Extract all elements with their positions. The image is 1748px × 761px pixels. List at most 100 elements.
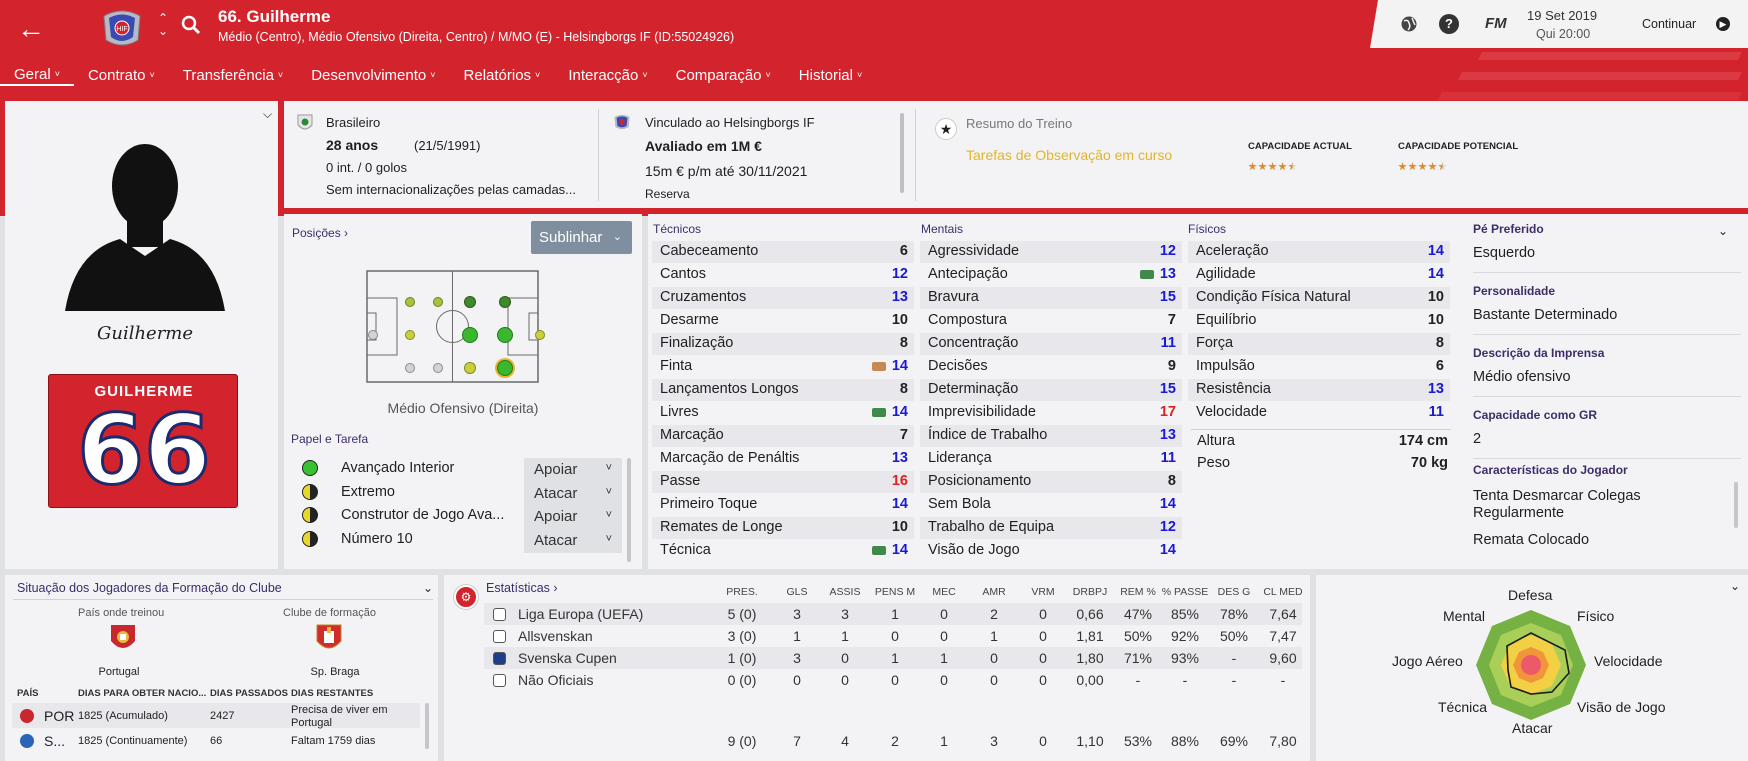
attribute-row[interactable]: Agressividade 12: [920, 241, 1182, 263]
competition-name[interactable]: Svenska Cupen: [518, 650, 617, 666]
attribute-row[interactable]: Determinação 15: [920, 379, 1182, 401]
positions-title[interactable]: Posições ›: [292, 226, 348, 240]
position-dot[interactable]: [499, 296, 511, 308]
attribute-row[interactable]: Liderança 11: [920, 448, 1182, 470]
position-dot[interactable]: [497, 327, 513, 343]
duty-dropdown[interactable]: Atacar ˅: [524, 481, 622, 506]
competition-name[interactable]: Não Oficiais: [518, 672, 593, 688]
attribute-row[interactable]: Marcação de Penáltis 13: [652, 448, 914, 470]
homegrown-row[interactable]: S... 1825 (Continuamente) 66 Faltam 1759 di…: [12, 728, 420, 753]
role-name[interactable]: Avançado Interior: [341, 460, 454, 476]
tab-2[interactable]: Transferência ˅: [169, 64, 297, 86]
attribute-row[interactable]: Livres 14: [652, 402, 914, 424]
attribute-row[interactable]: Sem Bola 14: [920, 494, 1182, 516]
attribute-row[interactable]: Remates de Longe 10: [652, 517, 914, 539]
details-chevron-icon[interactable]: ⌄: [1718, 224, 1728, 238]
stats-title[interactable]: Estatísticas ›: [486, 581, 558, 595]
position-dot[interactable]: [368, 330, 378, 340]
attribute-row[interactable]: Força 8: [1188, 333, 1450, 355]
fm-label[interactable]: FM: [1485, 15, 1507, 32]
attribute-row[interactable]: Visão de Jogo 14: [920, 540, 1182, 562]
attribute-row[interactable]: Condição Física Natural 10: [1188, 287, 1450, 309]
highlight-dropdown[interactable]: Sublinhar ⌄: [531, 221, 632, 254]
club-crest-icon[interactable]: HIF: [98, 6, 146, 50]
continue-arrow-icon[interactable]: ▶: [1716, 17, 1730, 31]
position-dot[interactable]: [464, 362, 476, 374]
attribute-row[interactable]: Finta 14: [652, 356, 914, 378]
attribute-name: Compostura: [928, 312, 1007, 328]
homegrown-chevron-icon[interactable]: ⌄: [423, 581, 433, 595]
attribute-row[interactable]: Agilidade 14: [1188, 264, 1450, 286]
attribute-row[interactable]: Posicionamento 8: [920, 471, 1182, 493]
tab-6[interactable]: Comparação ˅: [662, 64, 785, 86]
attribute-row[interactable]: Velocidade 11: [1188, 402, 1450, 424]
attribute-row[interactable]: Índice de Trabalho 13: [920, 425, 1182, 447]
attribute-row[interactable]: Lançamentos Longos 8: [652, 379, 914, 401]
homegrown-row[interactable]: POR 1825 (Acumulado) 2427 Precisa de viver …: [12, 703, 420, 729]
tab-5[interactable]: Interacção ˅: [554, 64, 661, 86]
attribute-row[interactable]: Resistência 13: [1188, 379, 1450, 401]
tab-7[interactable]: Historial ˅: [785, 64, 876, 86]
attribute-row[interactable]: Finalização 8: [652, 333, 914, 355]
back-arrow-icon[interactable]: ←: [14, 12, 48, 46]
panel-chevron-icon[interactable]: ⌵: [263, 107, 272, 122]
club-contract[interactable]: Vinculado ao Helsingborgs IF: [645, 115, 815, 130]
braga-crest-icon[interactable]: [315, 623, 343, 655]
duty-dropdown[interactable]: Atacar ˅: [524, 528, 622, 553]
continue-button[interactable]: Continuar: [1642, 17, 1696, 31]
player-switch-arrows-icon[interactable]: ⌃ ⌄: [158, 12, 168, 38]
competition-name[interactable]: Allsvenskan: [518, 628, 593, 644]
training-summary-title[interactable]: Resumo do Treino: [966, 116, 1072, 131]
role-name[interactable]: Número 10: [341, 531, 413, 547]
tab-4[interactable]: Relatórios ˅: [450, 64, 555, 86]
help-icon[interactable]: ?: [1439, 14, 1459, 34]
divider: [1473, 396, 1741, 397]
nationality[interactable]: Brasileiro: [326, 115, 380, 130]
tab-0[interactable]: Geral ˅: [0, 64, 74, 86]
info-scrollbar[interactable]: [900, 113, 904, 193]
attribute-row[interactable]: Cruzamentos 13: [652, 287, 914, 309]
world-icon[interactable]: [1400, 15, 1418, 33]
position-dot[interactable]: [497, 360, 513, 376]
club-crest-small-icon[interactable]: [612, 111, 632, 133]
tab-3[interactable]: Desenvolvimento ˅: [297, 64, 449, 86]
roles-scrollbar[interactable]: [627, 458, 631, 562]
position-dot[interactable]: [462, 327, 478, 343]
trained-country[interactable]: Portugal: [5, 666, 233, 678]
trained-club[interactable]: Sp. Braga: [235, 666, 435, 678]
position-dot[interactable]: [535, 330, 545, 340]
position-dot[interactable]: [405, 297, 415, 307]
portugal-crest-icon[interactable]: [109, 623, 137, 655]
position-dot[interactable]: [405, 330, 415, 340]
tab-1[interactable]: Contrato ˅: [74, 64, 169, 86]
role-name[interactable]: Construtor de Jogo Ava...: [341, 507, 504, 523]
attribute-row[interactable]: Aceleração 14: [1188, 241, 1450, 263]
attribute-row[interactable]: Concentração 11: [920, 333, 1182, 355]
duty-dropdown[interactable]: Apoiar ˅: [524, 505, 622, 529]
attribute-row[interactable]: Cantos 12: [652, 264, 914, 286]
details-scrollbar[interactable]: [1734, 482, 1738, 528]
role-name[interactable]: Extremo: [341, 484, 395, 500]
attribute-row[interactable]: Passe 16: [652, 471, 914, 493]
search-icon[interactable]: [180, 14, 202, 36]
duty-dropdown[interactable]: Apoiar ˅: [524, 458, 622, 482]
attribute-row[interactable]: Primeiro Toque 14: [652, 494, 914, 516]
attribute-row[interactable]: Trabalho de Equipa 12: [920, 517, 1182, 539]
attribute-row[interactable]: Impulsão 6: [1188, 356, 1450, 378]
attribute-row[interactable]: Desarme 10: [652, 310, 914, 332]
position-dot[interactable]: [464, 296, 476, 308]
position-dot[interactable]: [433, 363, 443, 373]
attribute-row[interactable]: Técnica 14: [652, 540, 914, 562]
attribute-row[interactable]: Cabeceamento 6: [652, 241, 914, 263]
attribute-row[interactable]: Marcação 7: [652, 425, 914, 447]
position-dot[interactable]: [405, 363, 415, 373]
position-dot[interactable]: [433, 297, 443, 307]
homegrown-scrollbar[interactable]: [425, 703, 429, 749]
competition-name[interactable]: Liga Europa (UEFA): [518, 606, 643, 622]
attribute-row[interactable]: Bravura 15: [920, 287, 1182, 309]
attribute-row[interactable]: Decisões 9: [920, 356, 1182, 378]
attribute-row[interactable]: Antecipação 13: [920, 264, 1182, 286]
attribute-row[interactable]: Compostura 7: [920, 310, 1182, 332]
attribute-row[interactable]: Equilíbrio 10: [1188, 310, 1450, 332]
attribute-row[interactable]: Imprevisibilidade 17: [920, 402, 1182, 424]
